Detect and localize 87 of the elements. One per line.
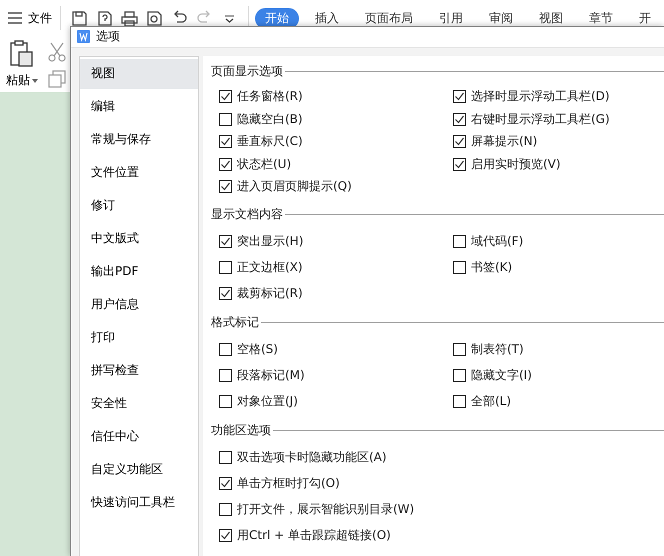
checkbox[interactable] <box>453 158 466 171</box>
nav-item[interactable]: 修订 <box>80 190 198 220</box>
checkbox-label[interactable]: 双击选项卡时隐藏功能区(A) <box>237 448 387 466</box>
checkbox-label[interactable]: 状态栏(U) <box>237 156 292 173</box>
checkbox[interactable] <box>453 90 466 104</box>
nav-item[interactable]: 输出PDF <box>80 256 198 286</box>
checkbox-label[interactable]: 启用实时预览(V) <box>471 156 561 173</box>
print-preview-icon[interactable] <box>146 10 163 26</box>
ribbon-tab[interactable]: 插入 <box>305 8 349 28</box>
checkbox[interactable] <box>219 450 232 464</box>
checkbox[interactable] <box>219 476 232 490</box>
nav-item[interactable]: 拼写检查 <box>80 356 198 386</box>
nav-item[interactable]: 自定义功能区 <box>80 454 198 484</box>
ribbon-tab[interactable]: 审阅 <box>479 8 523 28</box>
ribbon-tab[interactable]: 视图 <box>529 8 573 28</box>
checkbox[interactable] <box>453 342 466 356</box>
file-menu-button[interactable]: 文件 <box>8 6 61 30</box>
dialog-title: 选项 <box>96 28 120 46</box>
checkbox-label[interactable]: 右键时显示浮动工具栏(G) <box>471 110 610 128</box>
section-heading: 页面显示选项 <box>211 63 283 80</box>
checkbox[interactable] <box>453 260 466 274</box>
ribbon-tab[interactable]: 章节 <box>579 8 623 28</box>
save-icon[interactable] <box>71 10 88 26</box>
nav-item[interactable]: 编辑 <box>80 92 198 122</box>
checkbox[interactable] <box>219 90 232 104</box>
checkbox-label[interactable]: 书签(K) <box>471 258 512 276</box>
checkbox[interactable] <box>219 502 232 516</box>
checkbox-label[interactable]: 隐藏空白(B) <box>237 110 303 128</box>
app-logo-icon <box>77 30 90 44</box>
ribbon-tab[interactable]: 开 <box>629 8 661 28</box>
print-icon[interactable] <box>121 10 138 26</box>
checkbox-label[interactable]: 用Ctrl + 单击跟踪超链接(O) <box>237 526 391 544</box>
checkbox[interactable] <box>219 260 232 274</box>
nav-item[interactable]: 常规与保存 <box>80 124 198 154</box>
caret-icon <box>32 78 38 82</box>
ribbon-tab[interactable]: 页面布局 <box>355 8 423 28</box>
nav-item[interactable]: 信任中心 <box>80 422 198 452</box>
checkbox[interactable] <box>219 234 232 248</box>
nav-item[interactable]: 打印 <box>80 322 198 352</box>
section-heading: 功能区选项 <box>211 422 271 438</box>
scissors-icon[interactable] <box>48 42 66 62</box>
ribbon-tab[interactable]: 开始 <box>255 8 299 28</box>
checkbox[interactable] <box>219 528 232 542</box>
checkbox[interactable] <box>219 180 232 194</box>
checkbox[interactable] <box>453 368 466 382</box>
checkbox-label[interactable]: 突出显示(H) <box>237 232 304 250</box>
section-heading: 显示文档内容 <box>211 206 283 222</box>
menu-icon <box>8 12 22 24</box>
checkbox-label[interactable]: 进入页眉页脚提示(Q) <box>237 178 352 196</box>
nav-item[interactable]: 视图 <box>80 58 198 88</box>
nav-item[interactable]: 安全性 <box>80 388 198 418</box>
checkbox[interactable] <box>219 135 232 148</box>
checkbox-label[interactable]: 任务窗格(R) <box>237 88 303 106</box>
checkbox[interactable] <box>219 286 232 300</box>
clipboard-icon <box>10 40 34 68</box>
checkbox[interactable] <box>453 135 466 148</box>
nav-item[interactable]: 快速访问工具栏 <box>80 488 198 518</box>
checkbox[interactable] <box>453 394 466 408</box>
checkbox[interactable] <box>453 234 466 248</box>
checkbox[interactable] <box>219 394 232 408</box>
checkbox-label[interactable]: 空格(S) <box>237 340 278 358</box>
checkbox-label[interactable]: 单击方框时打勾(O) <box>237 474 340 492</box>
checkbox-label[interactable]: 制表符(T) <box>471 340 524 358</box>
nav-item[interactable]: 用户信息 <box>80 290 198 320</box>
checkbox[interactable] <box>219 342 232 356</box>
checkbox-label[interactable]: 裁剪标记(R) <box>237 284 303 302</box>
checkbox-label[interactable]: 屏幕提示(N) <box>471 133 538 150</box>
checkbox[interactable] <box>219 158 232 171</box>
copy-icon[interactable] <box>48 70 66 88</box>
checkbox-label[interactable]: 正文边框(X) <box>237 258 303 276</box>
nav-item[interactable]: 文件位置 <box>80 158 198 188</box>
checkbox-label[interactable]: 域代码(F) <box>471 232 524 250</box>
nav-item[interactable]: 中文版式 <box>80 224 198 254</box>
checkbox-label[interactable]: 全部(L) <box>471 392 512 410</box>
checkbox-label[interactable]: 隐藏文字(I) <box>471 366 532 384</box>
checkbox[interactable] <box>219 112 232 126</box>
checkbox-label[interactable]: 选择时显示浮动工具栏(D) <box>471 88 610 106</box>
checkbox[interactable] <box>219 368 232 382</box>
save-as-icon[interactable] <box>96 10 113 26</box>
checkbox-label[interactable]: 垂直标尺(C) <box>237 133 303 150</box>
checkbox-label[interactable]: 对象位置(J) <box>237 392 298 410</box>
ribbon-tab[interactable]: 引用 <box>429 8 473 28</box>
checkbox-label[interactable]: 段落标记(M) <box>237 366 305 384</box>
checkbox-label[interactable]: 打开文件，展示智能识别目录(W) <box>237 500 414 518</box>
section-heading: 格式标记 <box>211 314 259 330</box>
paste-button[interactable]: 粘贴 <box>6 40 38 94</box>
checkbox[interactable] <box>453 112 466 126</box>
